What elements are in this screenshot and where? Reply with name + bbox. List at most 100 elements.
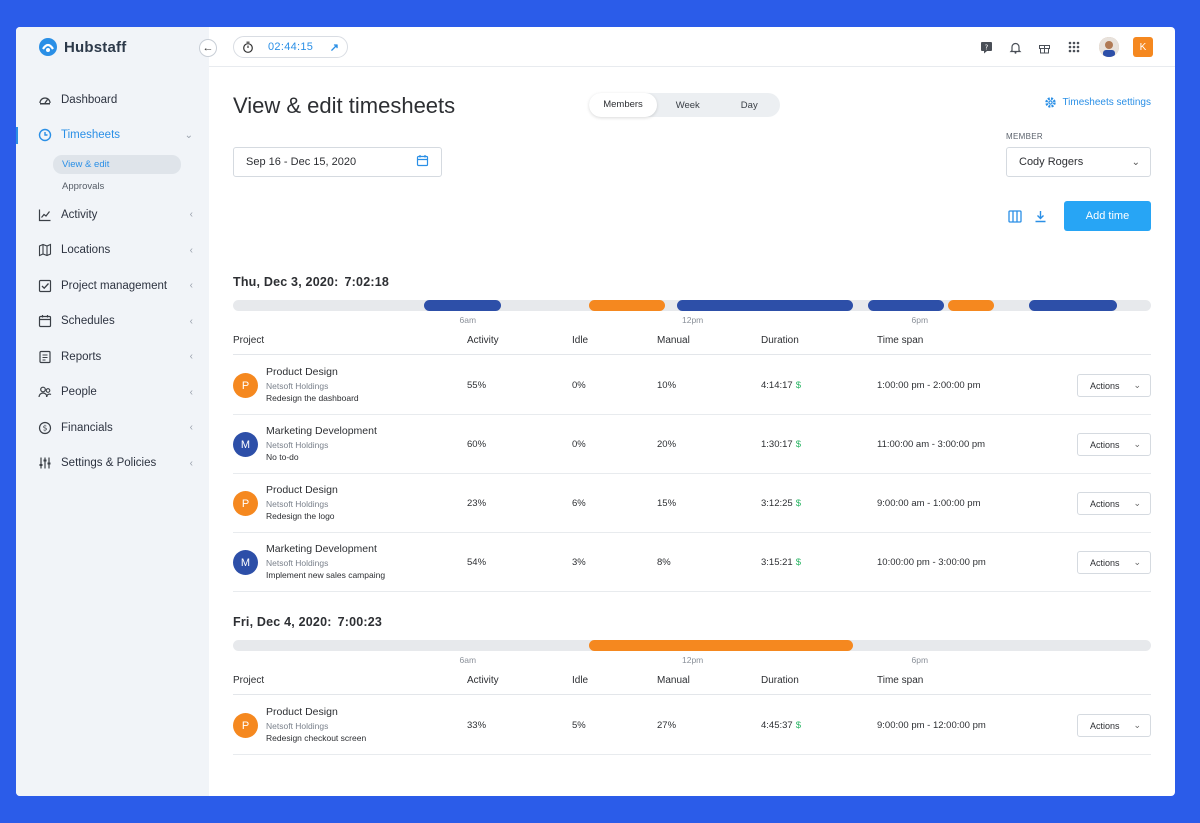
download-icon[interactable]: [1034, 210, 1047, 226]
sidebar-item-label: Project management: [61, 279, 168, 292]
duration-cell: 4:45:37 $: [761, 720, 801, 731]
time-span-value: 10:00:00 pm - 3:00:00 pm: [877, 557, 986, 568]
workspace-badge[interactable]: K: [1133, 37, 1153, 57]
sidebar-item-label: People: [61, 386, 97, 399]
timeline-segment[interactable]: [588, 300, 666, 311]
sidebar-nav: Dashboard Timesheets ⌄ View & edit Approvals…: [16, 82, 209, 481]
sidebar-item-label: Financials: [61, 421, 113, 434]
client-name: Netsoft Holdings: [266, 499, 329, 509]
timeline-segment[interactable]: [1028, 300, 1117, 311]
sidebar-item-label: Dashboard: [61, 93, 118, 106]
actions-dropdown[interactable]: Actions ⌄: [1077, 492, 1151, 515]
gift-icon[interactable]: [1037, 40, 1052, 55]
idle-value: 0%: [572, 439, 586, 450]
timeline-tick: 6am: [459, 315, 477, 325]
duration-value: 3:15:21: [761, 557, 793, 568]
chevron-left-icon: ‹: [189, 386, 193, 398]
chevron-down-icon: ⌄: [1131, 156, 1140, 168]
sidebar: Hubstaff Dashboard Timesheets ⌄ View & edit…: [16, 27, 209, 796]
manual-value: 10%: [657, 380, 677, 391]
columns-icon[interactable]: [1008, 210, 1022, 226]
chevron-left-icon: ‹: [189, 315, 193, 327]
date-range-picker[interactable]: Sep 16 - Dec 15, 2020: [233, 147, 442, 177]
add-time-button[interactable]: Add time: [1064, 201, 1151, 231]
sidebar-item-people[interactable]: People ‹: [16, 375, 209, 411]
column-header: Duration: [761, 675, 799, 686]
timeline-tick: 6pm: [911, 315, 929, 325]
gear-icon: [1045, 97, 1057, 108]
tab-day[interactable]: Day: [719, 100, 781, 111]
chevron-down-icon: ⌄: [1133, 380, 1141, 390]
sidebar-item-timesheets[interactable]: Timesheets ⌄: [16, 118, 209, 154]
help-icon[interactable]: ?: [979, 40, 994, 55]
settings-link-label: Timesheets settings: [1062, 97, 1151, 108]
chevron-left-icon: ‹: [189, 422, 193, 434]
project-avatar: M: [233, 550, 258, 575]
actions-label: Actions: [1090, 557, 1120, 568]
sidebar-subitem-view-edit[interactable]: View & edit: [16, 153, 209, 175]
sidebar-item-activity[interactable]: Activity ‹: [16, 197, 209, 233]
chevron-down-icon: ⌄: [1133, 720, 1141, 730]
actions-dropdown[interactable]: Actions ⌄: [1077, 551, 1151, 574]
sidebar-item-settings-policies[interactable]: Settings & Policies ‹: [16, 446, 209, 482]
sidebar-item-locations[interactable]: Locations ‹: [16, 233, 209, 269]
activity-icon: [38, 208, 52, 222]
billable-dollar-icon: $: [795, 439, 801, 450]
tab-week[interactable]: Week: [657, 100, 719, 111]
table-row: M Marketing Development Netsoft Holdings Im…: [233, 533, 1151, 592]
sidebar-item-label: Timesheets: [61, 129, 121, 142]
actions-label: Actions: [1090, 498, 1120, 509]
project-name: Product Design: [266, 484, 338, 496]
duration-value: 1:30:17: [761, 439, 793, 450]
project-avatar: P: [233, 491, 258, 516]
member-select[interactable]: Cody Rogers ⌄: [1006, 147, 1151, 177]
timeline-segment[interactable]: [867, 300, 945, 311]
column-header: Idle: [572, 335, 589, 346]
dashboard-icon: [38, 93, 52, 107]
chevron-left-icon: ‹: [189, 351, 193, 363]
todo-name: Implement new sales campaing: [266, 570, 386, 580]
sidebar-item-label: Schedules: [61, 315, 115, 328]
timeline-segment[interactable]: [948, 300, 995, 311]
sidebar-item-project-management[interactable]: Project management ‹: [16, 268, 209, 304]
sidebar-subitem-approvals[interactable]: Approvals: [16, 175, 209, 197]
actions-dropdown[interactable]: Actions ⌄: [1077, 433, 1151, 456]
chevron-left-icon: ‹: [189, 244, 193, 256]
sidebar-item-label: Settings & Policies: [61, 457, 157, 470]
manual-value: 27%: [657, 720, 677, 731]
chevron-down-icon: ⌄: [1133, 557, 1141, 567]
actions-dropdown[interactable]: Actions ⌄: [1077, 374, 1151, 397]
timeline-segment[interactable]: [676, 300, 853, 311]
sidebar-item-financials[interactable]: $ Financials ‹: [16, 410, 209, 446]
table-row: M Marketing Development Netsoft Holdings No…: [233, 415, 1151, 474]
timeline-segment[interactable]: [588, 640, 853, 651]
member-label: MEMBER: [1006, 132, 1043, 141]
day-timeline: [233, 300, 1151, 311]
table-row: P Product Design Netsoft Holdings Redesign …: [233, 356, 1151, 415]
time-span-value: 9:00:00 pm - 12:00:00 pm: [877, 720, 986, 731]
actions-label: Actions: [1090, 380, 1120, 391]
open-timer-icon[interactable]: ↗: [330, 41, 339, 54]
tab-members[interactable]: Members: [589, 93, 657, 117]
time-span-value: 9:00:00 am - 1:00:00 pm: [877, 498, 981, 509]
user-avatar[interactable]: [1099, 37, 1119, 57]
day-date: Fri, Dec 4, 2020:: [233, 615, 332, 629]
timeline-segment[interactable]: [424, 300, 501, 311]
top-icons: ? K: [979, 37, 1153, 57]
svg-text:?: ?: [985, 43, 989, 51]
brand-name: Hubstaff: [64, 38, 127, 56]
billable-dollar-icon: $: [795, 380, 801, 391]
column-header: Idle: [572, 675, 589, 686]
sidebar-item-dashboard[interactable]: Dashboard: [16, 82, 209, 118]
sidebar-item-schedules[interactable]: Schedules ‹: [16, 304, 209, 340]
actions-dropdown[interactable]: Actions ⌄: [1077, 714, 1151, 737]
bell-icon[interactable]: [1008, 40, 1023, 55]
brand-logo[interactable]: Hubstaff: [38, 37, 126, 57]
timesheets-settings-link[interactable]: Timesheets settings: [1044, 96, 1151, 109]
column-header: Project: [233, 335, 265, 346]
sidebar-item-reports[interactable]: Reports ‹: [16, 339, 209, 375]
timer-widget[interactable]: 02:44:15 ↗: [233, 36, 348, 58]
billable-dollar-icon: $: [795, 557, 801, 568]
apps-grid-icon[interactable]: [1066, 40, 1081, 55]
todo-name: Redesign the logo: [266, 511, 335, 521]
